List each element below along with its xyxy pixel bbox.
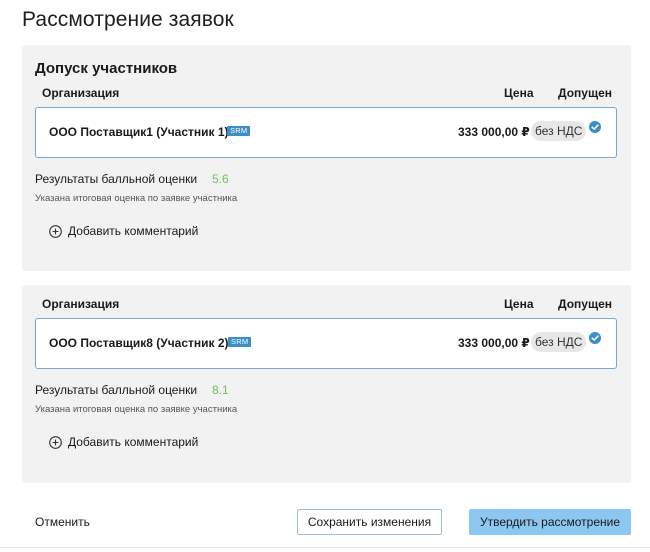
score-hint: Указана итоговая оценка по заявке участн… <box>35 193 238 204</box>
add-comment-button[interactable]: Добавить комментарий <box>49 434 198 450</box>
section-heading: Допуск участников <box>35 60 178 77</box>
organization-name[interactable]: ООО Поставщик8 (Участник 2) <box>49 336 229 350</box>
add-comment-label: Добавить комментарий <box>68 224 199 238</box>
plus-circle-icon <box>49 224 62 238</box>
cancel-button[interactable]: Отменить <box>35 515 90 529</box>
participant-card-2[interactable]: ООО Поставщик8 (Участник 2) SRM 333 000,… <box>35 318 617 369</box>
check-circle-icon[interactable] <box>589 121 601 133</box>
column-header-admitted: Допущен <box>558 86 612 100</box>
check-circle-icon[interactable] <box>589 332 601 344</box>
bottom-divider <box>0 547 650 548</box>
column-header-admitted: Допущен <box>558 297 612 311</box>
price-value: 333 000,00 ₽ <box>458 125 530 139</box>
save-changes-button[interactable]: Сохранить изменения <box>297 509 442 535</box>
srm-badge: SRM <box>227 126 251 136</box>
vat-pill: без НДС <box>531 332 587 352</box>
score-value: 8.1 <box>212 383 229 397</box>
column-header-price: Цена <box>504 86 534 100</box>
column-header-organization: Организация <box>42 86 120 100</box>
score-label: Результаты балльной оценки <box>35 172 198 186</box>
organization-name[interactable]: ООО Поставщик1 (Участник 1) <box>49 125 229 139</box>
page-title: Рассмотрение заявок <box>22 8 234 31</box>
price-value: 333 000,00 ₽ <box>458 336 530 350</box>
column-header-price: Цена <box>504 297 534 311</box>
column-header-organization: Организация <box>42 297 120 311</box>
add-comment-button[interactable]: Добавить комментарий <box>49 223 198 239</box>
approve-review-button[interactable]: Утвердить рассмотрение <box>469 509 631 535</box>
srm-badge: SRM <box>228 337 252 347</box>
page: Рассмотрение заявок Допуск участников Ор… <box>0 0 650 552</box>
add-comment-label: Добавить комментарий <box>68 435 199 449</box>
score-label: Результаты балльной оценки <box>35 383 198 397</box>
participant-section-1: Допуск участников Организация Цена Допущ… <box>22 45 631 271</box>
score-value: 5.6 <box>212 172 229 186</box>
participant-card-1[interactable]: ООО Поставщик1 (Участник 1) SRM 333 000,… <box>35 107 617 158</box>
score-hint: Указана итоговая оценка по заявке участн… <box>35 404 238 415</box>
plus-circle-icon <box>49 435 62 449</box>
participant-section-2: Организация Цена Допущен ООО Поставщик8 … <box>22 285 631 483</box>
vat-pill: без НДС <box>531 121 587 141</box>
